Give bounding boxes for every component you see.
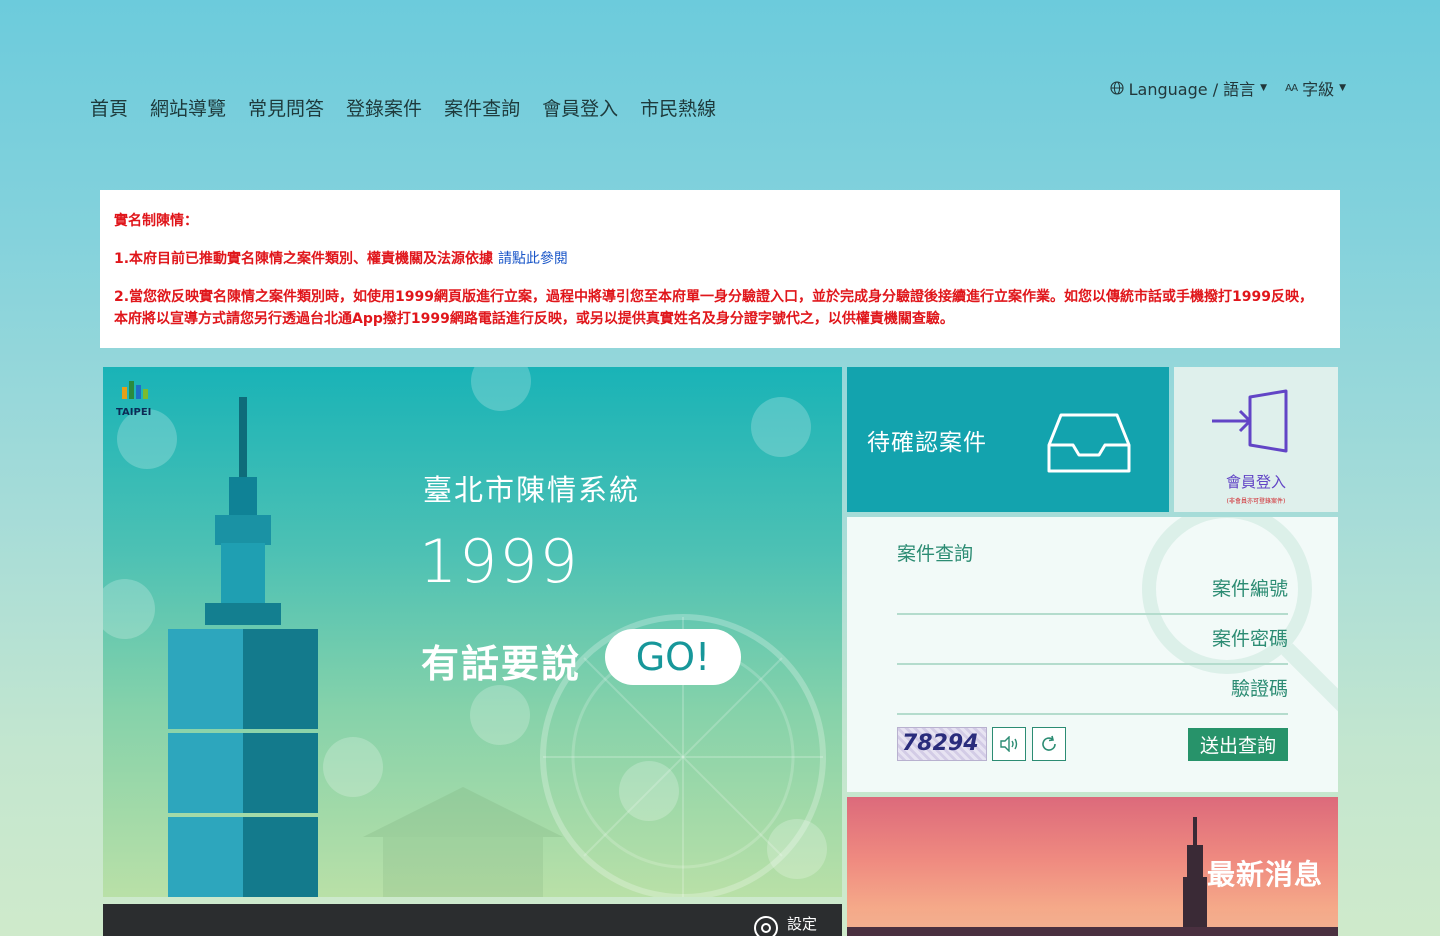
go-button[interactable]: GO! <box>605 629 741 685</box>
utility-menu: Language / 語言 ▼ AA 字級 ▼ <box>1110 76 1346 100</box>
nav-faq[interactable]: 常見問答 <box>248 94 324 121</box>
login-door-icon <box>1212 389 1288 453</box>
latest-news-tile[interactable]: 最新消息 <box>847 797 1338 936</box>
hero-banner[interactable]: TAIPEI 臺北市陳情系統 1999 有話要說 GO! <box>103 367 842 897</box>
notice-title: 實名制陳情： <box>114 213 198 229</box>
notice-reference-link[interactable]: 請點此參閱 <box>498 251 568 267</box>
case-query-title: 案件查詢 <box>897 543 974 565</box>
taipei-101-illustration <box>168 397 318 897</box>
nav-citizen-hotline[interactable]: 市民熱線 <box>640 94 716 121</box>
font-size-label: 字級 <box>1302 80 1335 99</box>
notice-line-1-text: 1.本府目前已推動實名陳情之案件類別、權責機關及法源依據 <box>114 251 494 267</box>
speaker-icon <box>1000 736 1018 752</box>
refresh-icon <box>1042 735 1056 751</box>
cctv-icon <box>470 685 530 745</box>
language-dropdown[interactable]: Language / 語言 ▼ <box>1110 76 1267 100</box>
chevron-down-icon: ▼ <box>1260 83 1268 93</box>
case-password-input[interactable]: 案件密碼 <box>897 617 1288 665</box>
train-icon <box>471 367 531 411</box>
settings-button[interactable]: 設定 <box>751 910 817 936</box>
member-login-label: 會員登入 <box>1225 473 1286 491</box>
latest-news-label: 最新消息 <box>1207 858 1324 891</box>
case-number-placeholder: 案件編號 <box>1211 578 1288 600</box>
taipei-logo: TAIPEI <box>116 379 154 418</box>
real-name-notice: 實名制陳情： 1.本府目前已推動實名陳情之案件類別、權責機關及法源依據 請點此參… <box>100 190 1340 348</box>
nav-sitemap[interactable]: 網站導覽 <box>150 94 226 121</box>
chevron-down-icon: ▼ <box>1339 83 1346 93</box>
nav-member-login[interactable]: 會員登入 <box>542 94 618 121</box>
inbox-icon <box>1047 413 1131 473</box>
nav-case-query[interactable]: 案件查詢 <box>444 94 520 121</box>
captcha-image: 78294 <box>897 727 987 761</box>
captcha-input[interactable]: 驗證碼 <box>897 667 1288 715</box>
captcha-audio-button[interactable] <box>992 727 1026 761</box>
hero-number: 1999 <box>419 527 580 597</box>
captcha-placeholder: 驗證碼 <box>1230 678 1288 700</box>
font-size-icon: AA <box>1285 82 1298 94</box>
member-login-tile[interactable]: 會員登入 (非會員亦可登錄案件) <box>1174 367 1338 512</box>
settings-label: 設定 <box>787 914 818 933</box>
notice-line-1: 1.本府目前已推動實名陳情之案件類別、權責機關及法源依據 請點此參閱 <box>114 248 1326 270</box>
taipei-logo-mark <box>122 381 148 399</box>
gear-icon <box>754 916 778 936</box>
pending-cases-label: 待確認案件 <box>867 430 987 456</box>
video-strip: 設定 <box>103 904 842 936</box>
nav-home[interactable]: 首頁 <box>90 94 128 121</box>
hero-slogan: 有話要說 <box>421 642 582 686</box>
temple-illustration <box>363 787 563 897</box>
globe-icon <box>1110 81 1124 95</box>
hero-title: 臺北市陳情系統 <box>423 473 641 507</box>
member-login-note: (非會員亦可登錄案件) <box>1226 498 1286 505</box>
submit-query-button[interactable]: 送出查詢 <box>1188 728 1288 761</box>
language-label: Language / 語言 <box>1128 80 1256 99</box>
nav-register-case[interactable]: 登錄案件 <box>346 94 422 121</box>
case-number-input[interactable]: 案件編號 <box>897 567 1288 615</box>
case-password-placeholder: 案件密碼 <box>1211 628 1288 650</box>
taipei-logo-text: TAIPEI <box>116 407 152 418</box>
main-nav: 首頁 網站導覽 常見問答 登錄案件 案件查詢 會員登入 市民熱線 <box>90 94 716 121</box>
pending-cases-tile[interactable]: 待確認案件 <box>847 367 1169 512</box>
crosshair-icon <box>751 397 811 457</box>
case-query-panel: 案件查詢 案件編號 案件密碼 驗證碼 78294 送出查詢 <box>847 517 1338 792</box>
notice-line-2: 2.當您欲反映實名陳情之案件類別時，如使用1999網頁版進行立案，過程中將導引您… <box>114 289 1313 327</box>
captcha-refresh-button[interactable] <box>1032 727 1066 761</box>
font-size-dropdown[interactable]: AA 字級 ▼ <box>1285 76 1346 100</box>
